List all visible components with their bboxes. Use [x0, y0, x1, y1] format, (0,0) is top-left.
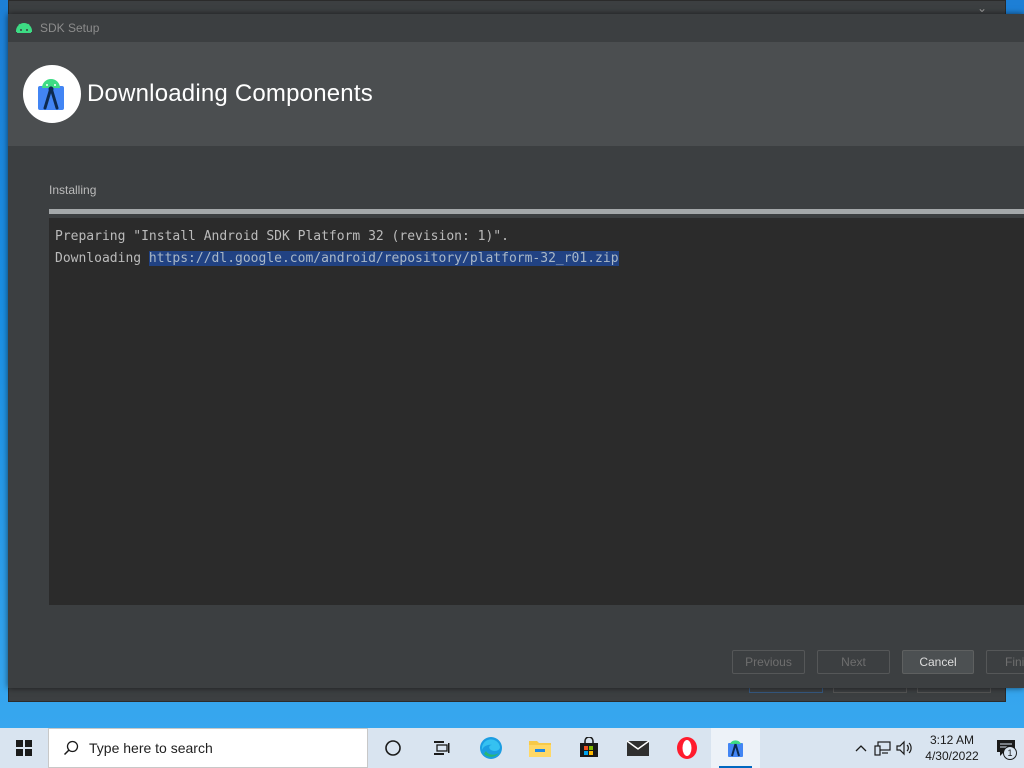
- previous-button[interactable]: Previous: [732, 650, 805, 674]
- finish-button[interactable]: Fini: [986, 650, 1024, 674]
- console-line: Preparing "Install Android SDK Platform …: [55, 229, 509, 244]
- dialog-titlebar[interactable]: SDK Setup: [8, 14, 1024, 42]
- chevron-up-icon[interactable]: [850, 728, 872, 768]
- start-button[interactable]: [0, 728, 48, 768]
- status-label: Installing: [49, 183, 97, 197]
- dialog-body: Installing Preparing "Install Android SD…: [8, 183, 1024, 605]
- console-line: Downloading https://dl.google.com/androi…: [49, 248, 1024, 270]
- store-icon[interactable]: [564, 728, 613, 768]
- mail-icon[interactable]: [613, 728, 662, 768]
- cancel-button[interactable]: Cancel: [902, 650, 974, 674]
- progress-bar: [49, 209, 1024, 214]
- android-studio-logo: [23, 65, 81, 123]
- android-studio-taskbar-icon[interactable]: [711, 728, 760, 768]
- edge-icon[interactable]: [466, 728, 515, 768]
- search-placeholder: Type here to search: [89, 740, 213, 756]
- search-icon: [63, 740, 79, 756]
- taskbar: Type here to search 3:12 AM 4/30/2022 1: [0, 728, 1024, 768]
- download-url-link[interactable]: https://dl.google.com/android/repository…: [148, 251, 619, 266]
- next-button[interactable]: Next: [817, 650, 890, 674]
- notification-icon[interactable]: 1: [988, 728, 1024, 768]
- android-icon: [16, 22, 32, 34]
- task-view-icon[interactable]: [417, 728, 466, 768]
- clock-time: 3:12 AM: [929, 733, 975, 747]
- taskbar-clock[interactable]: 3:12 AM 4/30/2022: [920, 732, 984, 764]
- taskbar-search-input[interactable]: Type here to search: [48, 728, 368, 768]
- network-icon[interactable]: [872, 728, 894, 768]
- system-tray: 3:12 AM 4/30/2022 1: [850, 728, 1024, 768]
- console-line-prefix: Downloading: [55, 251, 149, 266]
- volume-icon[interactable]: [894, 728, 916, 768]
- clock-date: 4/30/2022: [925, 749, 979, 763]
- dialog-header: Downloading Components: [8, 42, 1024, 146]
- windows-logo-icon: [16, 740, 32, 756]
- notification-count-badge: 1: [1003, 746, 1017, 760]
- cortana-icon[interactable]: [368, 728, 417, 768]
- dialog-title: SDK Setup: [40, 21, 100, 35]
- sdk-setup-dialog: SDK Setup Downloading Components Install…: [8, 14, 1024, 688]
- file-explorer-icon[interactable]: [515, 728, 564, 768]
- page-title: Downloading Components: [87, 80, 373, 107]
- console-output[interactable]: Preparing "Install Android SDK Platform …: [49, 218, 1024, 605]
- opera-icon[interactable]: [662, 728, 711, 768]
- chevron-down-icon[interactable]: ⌄: [977, 1, 987, 15]
- dialog-footer-buttons: Previous Next Cancel Fini: [732, 650, 1024, 674]
